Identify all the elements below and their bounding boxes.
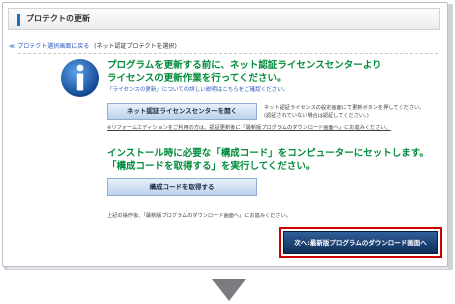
- info-icon: [61, 59, 99, 97]
- license-detail-link[interactable]: 「ライセンスの更新」についての詳しい説明はこちらをご確認ください。: [107, 85, 288, 93]
- section2-heading-line1: インストール時に必要な「構成コード」をコンピューターにセットします。: [107, 148, 429, 159]
- breadcrumb: ≪ プロテクト選択画面に戻る (ネット認証プロテクトを選択): [9, 41, 177, 50]
- section1-heading: プログラムを更新する前に、ネット認証ライセンスセンターより ライセンスの更新作業…: [107, 59, 382, 85]
- breadcrumb-current: (ネット認証プロテクトを選択): [94, 43, 177, 50]
- section2-heading-line2: 「構成コードを取得する」を実行してください。: [107, 161, 316, 172]
- side-note-line2: (認証されていない場合は認証してください。): [264, 113, 369, 119]
- get-config-code-button[interactable]: 構成コードを取得する: [107, 178, 257, 196]
- section1-heading-line1: プログラムを更新する前に、ネット認証ライセンスセンターより: [107, 60, 382, 71]
- page-title: プロテクトの更新: [26, 14, 90, 23]
- license-side-note: ネット認証ライセンスの設定画面にて更新ボタンを押してください。 (認証されていな…: [264, 104, 424, 120]
- section2-heading: インストール時に必要な「構成コード」をコンピューターにセットします。 「構成コー…: [107, 147, 429, 173]
- back-link[interactable]: ≪ プロテクト選択画面に戻る: [9, 43, 89, 50]
- header-accent-bar: [17, 14, 20, 26]
- next-button-highlight: 次へ:最新版プログラムのダウンロード画面へ: [279, 227, 442, 258]
- next-download-button[interactable]: 次へ:最新版プログラムのダウンロード画面へ: [283, 231, 438, 254]
- after-operation-note: 上記の操作後、「最新版プログラムのダウンロード画面へ」にお進みください。: [107, 213, 291, 219]
- down-arrow-icon: [212, 279, 246, 301]
- side-note-line1: ネット認証ライセンスの設定画面にて更新ボタンを押してください。: [264, 105, 425, 111]
- page-header: プロテクトの更新: [8, 8, 440, 30]
- panel-bottom-edge: [8, 267, 448, 269]
- reform-edition-note: ※リフォームエディションをご利用の方は、認証更新後に「最新版プログラムのダウンロ…: [107, 125, 391, 131]
- divider: [18, 53, 438, 54]
- section1-heading-line2: ライセンスの更新作業を行ってください。: [107, 73, 287, 84]
- open-license-center-button[interactable]: ネット認証ライセンスセンターを開く: [107, 103, 257, 120]
